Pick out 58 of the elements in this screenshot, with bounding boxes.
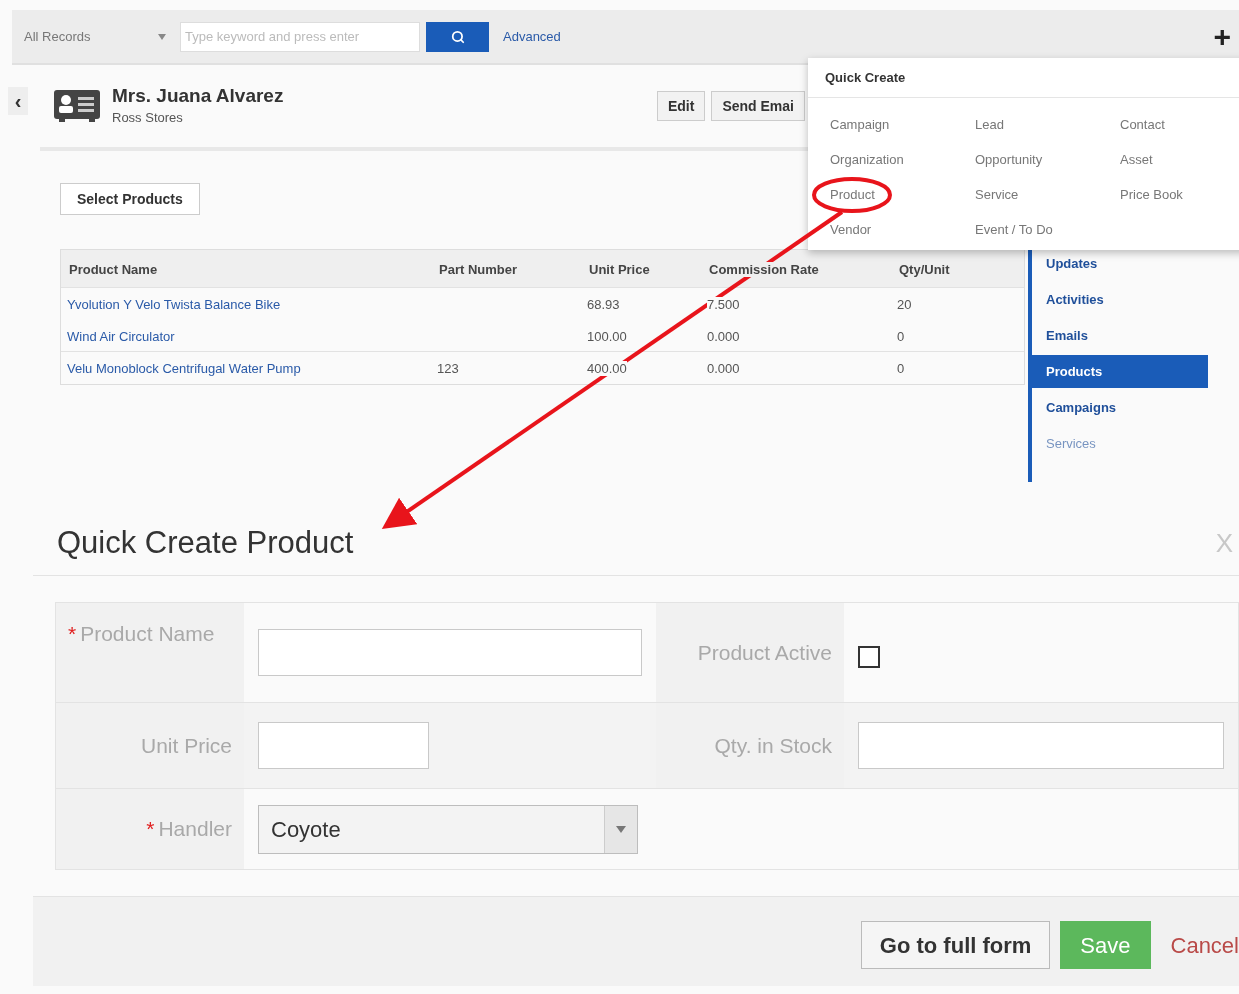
text-input[interactable] [258, 629, 642, 676]
table-cell: 20 [897, 297, 912, 312]
record-title: Mrs. Juana Alvarez [112, 84, 284, 109]
related-tab[interactable]: Services [1032, 427, 1208, 460]
quick-create-item[interactable]: Price Book [1120, 184, 1183, 205]
scope-dropdown[interactable]: All Records [16, 22, 174, 51]
table-cell: 123 [437, 361, 459, 376]
checkbox[interactable] [858, 645, 880, 668]
product-link[interactable]: Velu Monoblock Centrifugal Water Pump [67, 361, 301, 376]
quick-create-item[interactable]: Contact [1120, 114, 1165, 135]
related-tab[interactable]: Activities [1032, 283, 1208, 316]
search-button[interactable] [426, 21, 489, 52]
label-text: Product Name [80, 622, 215, 645]
cancel-link[interactable]: Cancel [1160, 921, 1239, 969]
menu-title: Quick Create [825, 68, 906, 87]
add-button[interactable]: + [1213, 21, 1235, 52]
label-text: Unit Price [140, 733, 232, 757]
select-products-button[interactable]: Select Products [60, 183, 200, 215]
record-subtitle: Ross Stores [112, 109, 184, 128]
quick-create-item[interactable]: Campaign [830, 114, 890, 135]
required-mark: * [146, 817, 155, 840]
modal-title: Quick Create Product [57, 524, 354, 563]
related-tab[interactable]: Emails [1032, 319, 1208, 352]
text-input[interactable] [258, 722, 429, 769]
quick-create-item[interactable]: Opportunity [975, 149, 1043, 170]
related-tab[interactable]: Products [1032, 355, 1208, 388]
record-action-button[interactable]: Edit [656, 91, 706, 121]
contact-card-icon [54, 90, 100, 122]
handler-select[interactable]: Coyote [258, 804, 638, 854]
quick-create-item[interactable]: Organization [830, 149, 904, 170]
quick-create-item[interactable]: Asset [1120, 149, 1153, 170]
advanced-link[interactable]: Advanced [503, 26, 561, 47]
column-header: Commission Rate [709, 261, 819, 277]
related-tab[interactable]: Updates [1032, 247, 1208, 280]
caret-icon [158, 33, 166, 40]
table-cell: 7.500 [707, 297, 740, 312]
related-tab[interactable]: Campaigns [1032, 391, 1208, 424]
quick-create-item[interactable]: Lead [975, 114, 1004, 135]
back-button[interactable]: ‹ [8, 87, 28, 115]
quick-create-item[interactable]: Event / To Do [975, 219, 1053, 240]
record-action-button[interactable]: Send Emai [711, 91, 805, 121]
required-mark: * [68, 622, 77, 645]
label-text: Handler [158, 817, 232, 840]
table-cell: 400.00 [587, 361, 627, 376]
text-input[interactable] [858, 722, 1224, 769]
label-text: Qty. in Stock [714, 733, 832, 757]
caret-icon [616, 825, 626, 833]
table-cell: 0.000 [707, 361, 740, 376]
search-icon [450, 29, 465, 44]
label-text: Product Active [697, 640, 832, 664]
table-cell: 0 [897, 361, 905, 376]
full-form-button[interactable]: Go to full form [860, 921, 1051, 969]
quick-create-item[interactable]: Vendor [830, 219, 872, 240]
search-field[interactable]: Type keyword and press enter [180, 21, 420, 52]
quick-create-item[interactable]: Service [975, 184, 1019, 205]
quick-create-item[interactable]: Product [830, 184, 875, 205]
product-link[interactable]: Yvolution Y Velo Twista Balance Bike [67, 297, 281, 312]
table-cell: 68.93 [587, 297, 620, 312]
